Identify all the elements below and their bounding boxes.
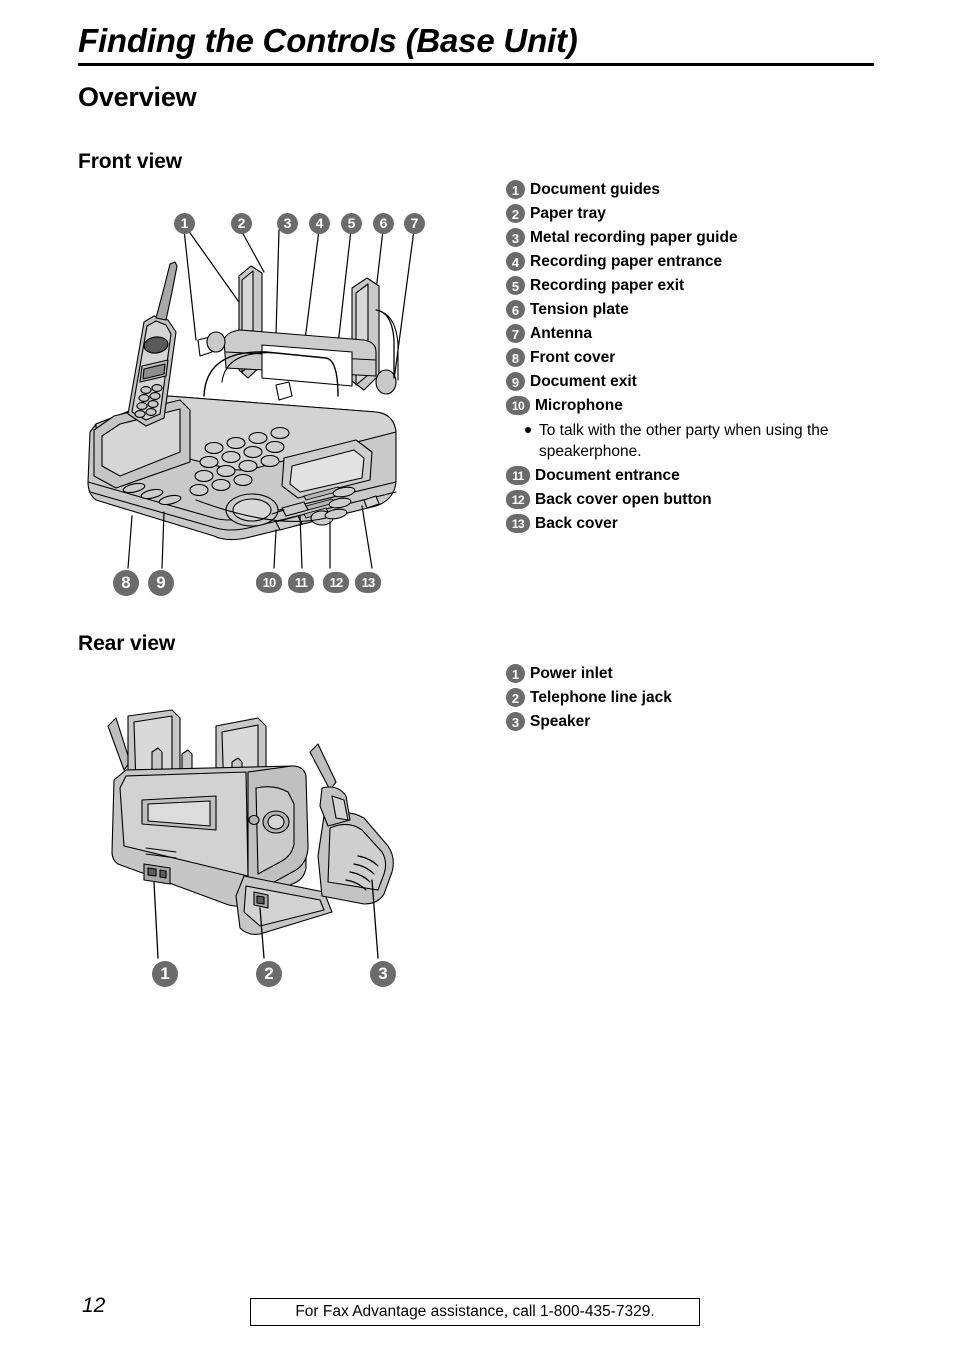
rear-figure-callout-1: 1 [152, 961, 178, 987]
microphone-note: To talk with the other party when using … [525, 420, 884, 462]
legend-item: 3 Speaker [506, 712, 906, 736]
legend-badge-13: 13 [506, 514, 530, 533]
figure-callout-3: 3 [277, 213, 298, 234]
legend-badge-12: 12 [506, 490, 530, 509]
page-title: Finding the Controls (Base Unit) [78, 22, 578, 59]
legend-label-3: Metal recording paper guide [530, 229, 738, 246]
figure-callout-9: 9 [148, 570, 174, 596]
figure-callout-11: 11 [288, 572, 314, 593]
legend-label-10: Microphone [535, 397, 623, 414]
legend-item: 1 Power inlet [506, 664, 906, 688]
front-view-illustration [76, 200, 446, 600]
legend-item: 10 Microphone [506, 396, 906, 420]
figure-callout-4: 4 [309, 213, 330, 234]
rear-figure-callout-2: 2 [256, 961, 282, 987]
legend-item: 5 Recording paper exit [506, 276, 906, 300]
legend-item: 1 Document guides [506, 180, 906, 204]
rear-figure-callout-3: 3 [370, 961, 396, 987]
rear-view-illustration [96, 696, 446, 996]
legend-label-6: Tension plate [530, 301, 629, 318]
legend-label-9: Document exit [530, 373, 637, 390]
legend-label-12: Back cover open button [535, 491, 712, 508]
page-number: 12 [82, 1294, 106, 1317]
rear-view-legend-list: 1 Power inlet 2 Telephone line jack 3 Sp… [506, 664, 906, 736]
legend-badge-6: 6 [506, 300, 525, 319]
rear-legend-badge-1: 1 [506, 664, 525, 683]
legend-item: 8 Front cover [506, 348, 906, 372]
fax-machine-front-drawing [87, 229, 415, 569]
bullet-dot-icon [525, 427, 531, 433]
legend-badge-3: 3 [506, 228, 525, 247]
rear-legend-badge-2: 2 [506, 688, 525, 707]
legend-item: 11 Document entrance [506, 466, 906, 490]
legend-badge-2: 2 [506, 204, 525, 223]
footer-assistance-notice: For Fax Advantage assistance, call 1-800… [250, 1298, 700, 1326]
legend-item: 4 Recording paper entrance [506, 252, 906, 276]
section-heading-overview: Overview [78, 82, 197, 112]
legend-label-13: Back cover [535, 515, 618, 532]
legend-label-4: Recording paper entrance [530, 253, 723, 270]
legend-item: 2 Telephone line jack [506, 688, 906, 712]
legend-item: 7 Antenna [506, 324, 906, 348]
legend-item: 12 Back cover open button [506, 490, 906, 514]
fax-machine-rear-drawing [107, 709, 394, 959]
microphone-note-text: To talk with the other party when using … [539, 422, 829, 460]
legend-item: 6 Tension plate [506, 300, 906, 324]
legend-label-7: Antenna [530, 325, 592, 342]
figure-callout-12: 12 [323, 572, 349, 593]
figure-callout-7: 7 [404, 213, 425, 234]
rear-legend-label-2: Telephone line jack [530, 689, 672, 706]
legend-label-8: Front cover [530, 349, 616, 366]
legend-badge-9: 9 [506, 372, 525, 391]
figure-callout-13: 13 [355, 572, 381, 593]
legend-item: 13 Back cover [506, 514, 906, 538]
legend-item: 3 Metal recording paper guide [506, 228, 906, 252]
rear-legend-badge-3: 3 [506, 712, 525, 731]
legend-badge-5: 5 [506, 276, 525, 295]
rear-legend-label-3: Speaker [530, 713, 591, 730]
figure-callout-2: 2 [231, 213, 252, 234]
legend-badge-11: 11 [506, 466, 530, 485]
legend-badge-4: 4 [506, 252, 525, 271]
figure-callout-1: 1 [174, 213, 195, 234]
legend-label-1: Document guides [530, 181, 661, 198]
legend-label-11: Document entrance [535, 467, 680, 484]
legend-item: 2 Paper tray [506, 204, 906, 228]
subsection-heading-rear-view: Rear view [78, 632, 176, 655]
figure-callout-10: 10 [256, 572, 282, 593]
legend-badge-7: 7 [506, 324, 525, 343]
figure-callout-5: 5 [341, 213, 362, 234]
title-divider [78, 63, 874, 66]
subsection-heading-front-view: Front view [78, 150, 183, 173]
rear-legend-label-1: Power inlet [530, 665, 613, 682]
legend-item: 9 Document exit [506, 372, 906, 396]
legend-badge-10: 10 [506, 396, 530, 415]
figure-callout-6: 6 [373, 213, 394, 234]
legend-label-2: Paper tray [530, 205, 606, 222]
legend-label-5: Recording paper exit [530, 277, 685, 294]
front-view-legend-list: 1 Document guides 2 Paper tray 3 Metal r… [506, 180, 906, 538]
figure-callout-8: 8 [113, 570, 139, 596]
legend-badge-8: 8 [506, 348, 525, 367]
legend-badge-1: 1 [506, 180, 525, 199]
